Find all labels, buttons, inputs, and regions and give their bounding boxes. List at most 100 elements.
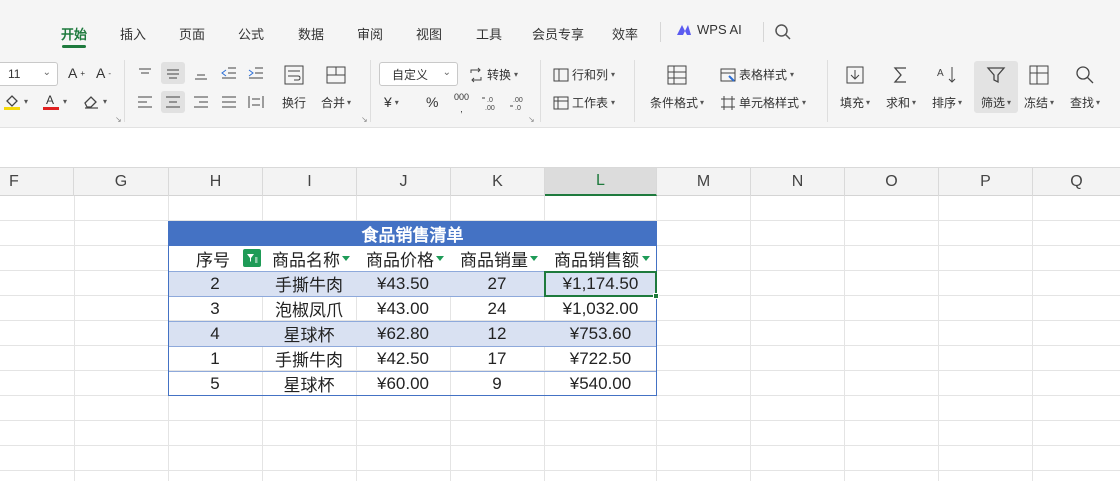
- sum-button[interactable]: 求和 ▾: [886, 64, 916, 111]
- tab-insert[interactable]: 插入: [120, 24, 146, 43]
- cell-price[interactable]: ¥43.50: [356, 271, 450, 296]
- fill-button[interactable]: 填充 ▾: [840, 64, 870, 111]
- column-header-i[interactable]: I: [263, 168, 357, 196]
- cell-revenue[interactable]: ¥540.00: [544, 371, 657, 396]
- cell-index[interactable]: 1: [168, 346, 262, 371]
- tab-page[interactable]: 页面: [179, 24, 205, 43]
- fill-color-button[interactable]: ▾: [3, 92, 28, 110]
- column-header-q[interactable]: Q: [1033, 168, 1120, 196]
- tab-efficiency[interactable]: 效率: [612, 24, 638, 43]
- rows-columns-button[interactable]: 行和列 ▾: [553, 66, 615, 83]
- cell-revenue[interactable]: ¥1,032.00: [544, 296, 657, 321]
- tab-formula[interactable]: 公式: [238, 24, 264, 43]
- formula-bar-area[interactable]: [0, 128, 1120, 168]
- cell-style-button[interactable]: 单元格样式 ▾: [720, 94, 806, 111]
- tab-view[interactable]: 视图: [416, 24, 442, 43]
- cell-name[interactable]: 手撕牛肉: [262, 346, 356, 371]
- font-size-select[interactable]: 11 ⌄: [0, 62, 58, 86]
- table-title[interactable]: 食品销售清单: [168, 221, 657, 246]
- tab-review[interactable]: 审阅: [357, 24, 383, 43]
- tab-tools[interactable]: 工具: [476, 24, 502, 43]
- column-header-n[interactable]: N: [751, 168, 845, 196]
- search-icon[interactable]: [774, 23, 792, 41]
- cell-quantity[interactable]: 27: [450, 271, 544, 296]
- align-center-icon[interactable]: [161, 91, 185, 113]
- cell-price[interactable]: ¥43.00: [356, 296, 450, 321]
- filter-dropdown-icon[interactable]: [640, 252, 652, 264]
- tab-member[interactable]: 会员专享: [532, 24, 584, 43]
- conditional-format-button[interactable]: 条件格式 ▾: [650, 64, 704, 111]
- increase-decimal-icon[interactable]: .0.00: [481, 94, 499, 112]
- column-header-k[interactable]: K: [451, 168, 545, 196]
- group-expand-icon[interactable]: ↘: [361, 115, 368, 124]
- cell-quantity[interactable]: 17: [450, 346, 544, 371]
- convert-button[interactable]: 转换 ▾: [468, 66, 518, 83]
- fill-handle[interactable]: [653, 293, 659, 299]
- freeze-button[interactable]: 冻结 ▾: [1024, 64, 1054, 111]
- align-bottom-icon[interactable]: [192, 64, 210, 82]
- tab-data[interactable]: 数据: [298, 24, 324, 43]
- decrease-decimal-icon[interactable]: .00.0: [509, 94, 527, 112]
- cell-name[interactable]: 星球杯: [262, 321, 356, 346]
- align-right-icon[interactable]: [192, 93, 210, 111]
- group-expand-icon[interactable]: ↘: [528, 115, 535, 124]
- justify-icon[interactable]: [220, 93, 238, 111]
- distributed-align-icon[interactable]: [247, 93, 265, 111]
- find-button[interactable]: 查找 ▾: [1070, 64, 1100, 111]
- sort-button[interactable]: A 排序 ▾: [932, 64, 962, 111]
- cell-price[interactable]: ¥60.00: [356, 371, 450, 396]
- filter-dropdown-icon[interactable]: [340, 252, 352, 264]
- column-header-j[interactable]: J: [357, 168, 451, 196]
- number-format-select[interactable]: 自定义 ⌄: [379, 62, 458, 86]
- filter-button[interactable]: 筛选 ▾: [974, 61, 1018, 113]
- cell-name[interactable]: 手撕牛肉: [262, 271, 356, 296]
- tab-home[interactable]: 开始: [61, 24, 87, 43]
- cell-index[interactable]: 3: [168, 296, 262, 321]
- wps-ai-button[interactable]: WPS AI: [676, 22, 742, 37]
- column-header-p[interactable]: P: [939, 168, 1033, 196]
- cell-index[interactable]: 2: [168, 271, 262, 296]
- cell-price[interactable]: ¥62.80: [356, 321, 450, 346]
- header-cell-revenue[interactable]: 商品销售额: [544, 246, 640, 271]
- wrap-text-button[interactable]: 换行: [282, 64, 306, 111]
- percent-format-button[interactable]: %: [426, 94, 438, 110]
- cell-quantity[interactable]: 24: [450, 296, 544, 321]
- cell-revenue[interactable]: ¥1,174.50: [544, 271, 657, 296]
- header-cell-quantity[interactable]: 商品销量: [450, 246, 528, 271]
- column-header-f[interactable]: F: [0, 168, 74, 196]
- filter-dropdown-icon[interactable]: [528, 252, 540, 264]
- align-middle-icon[interactable]: [161, 62, 185, 84]
- cell-quantity[interactable]: 9: [450, 371, 544, 396]
- font-color-button[interactable]: A ▾: [42, 92, 67, 110]
- align-left-icon[interactable]: [136, 93, 154, 111]
- cell-index[interactable]: 5: [168, 371, 262, 396]
- worksheet-button[interactable]: 工作表 ▾: [553, 94, 615, 111]
- align-top-icon[interactable]: [136, 64, 154, 82]
- column-header-m[interactable]: M: [657, 168, 751, 196]
- cell-revenue[interactable]: ¥722.50: [544, 346, 657, 371]
- filter-dropdown-icon[interactable]: [434, 252, 446, 264]
- header-cell-name[interactable]: 商品名称: [262, 246, 340, 271]
- merge-cells-button[interactable]: 合并 ▾: [321, 64, 351, 111]
- column-header-g[interactable]: G: [74, 168, 169, 196]
- column-header-o[interactable]: O: [845, 168, 939, 196]
- currency-format-button[interactable]: ¥ ▾: [384, 94, 399, 110]
- column-header-h[interactable]: H: [169, 168, 263, 196]
- table-style-button[interactable]: 表格样式 ▾: [720, 66, 794, 83]
- increase-indent-icon[interactable]: [247, 64, 265, 82]
- decrease-font-button[interactable]: A-: [96, 65, 111, 81]
- cell-name[interactable]: 泡椒凤爪: [262, 296, 356, 321]
- decrease-indent-icon[interactable]: [220, 64, 238, 82]
- cell-name[interactable]: 星球杯: [262, 371, 356, 396]
- group-expand-icon[interactable]: ↘: [115, 115, 122, 124]
- header-cell-price[interactable]: 商品价格: [356, 246, 434, 271]
- cell-quantity[interactable]: 12: [450, 321, 544, 346]
- cell-price[interactable]: ¥42.50: [356, 346, 450, 371]
- thousands-separator-button[interactable]: 000 ,: [454, 93, 469, 114]
- cell-revenue[interactable]: ¥753.60: [544, 321, 657, 346]
- cell-index[interactable]: 4: [168, 321, 262, 346]
- increase-font-button[interactable]: A +: [68, 65, 85, 81]
- active-filter-icon[interactable]: [243, 249, 261, 267]
- clear-format-button[interactable]: ▾: [82, 92, 107, 110]
- column-header-l[interactable]: L: [545, 168, 657, 196]
